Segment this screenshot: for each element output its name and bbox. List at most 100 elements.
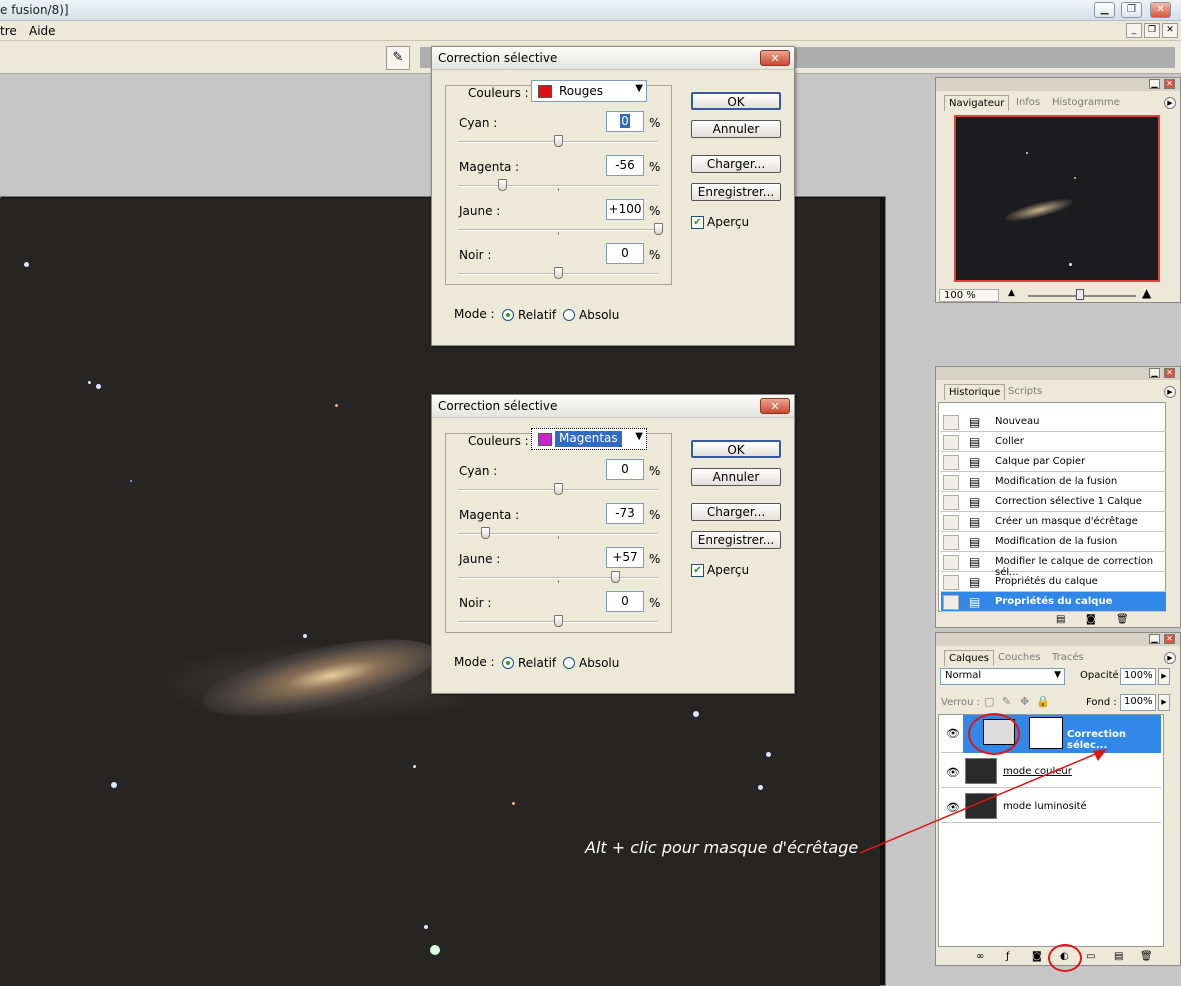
ok-button[interactable]: OK — [691, 92, 781, 110]
noir-slider-thumb[interactable] — [554, 267, 563, 279]
layer-style-icon[interactable]: ƒ — [1006, 951, 1010, 962]
star — [693, 711, 699, 717]
doc-restore-button[interactable]: ❐ — [1144, 23, 1160, 38]
palette-menu-icon[interactable]: ▶ — [1164, 386, 1176, 398]
relatif-radio[interactable] — [502, 657, 514, 669]
new-layer-icon[interactable]: ▤ — [1114, 951, 1123, 962]
couleurs-select[interactable]: Magentas ▼ — [531, 428, 647, 450]
lock-all-icon[interactable]: 🔒 — [1036, 695, 1050, 708]
lock-position-icon[interactable]: ✥ — [1020, 695, 1029, 708]
tool-preset-icon[interactable]: ✎ — [386, 46, 410, 70]
jaune-slider-thumb[interactable] — [654, 223, 663, 235]
enregistrer-button[interactable]: Enregistrer... — [691, 531, 781, 549]
dialog-close-button[interactable]: ✕ — [760, 398, 790, 414]
trash-icon[interactable]: 🗑 — [1116, 614, 1129, 625]
history-item[interactable]: ▤ Créer un masque d'écrêtage — [941, 512, 1166, 532]
magenta-slider-track[interactable] — [458, 185, 658, 187]
zoom-field[interactable]: 100 % — [939, 289, 999, 302]
restore-button[interactable]: ❐ — [1121, 2, 1142, 18]
opacity-field[interactable]: 100% — [1120, 668, 1156, 685]
history-item[interactable]: ▤ Calque par Copier — [941, 452, 1166, 472]
link-layers-icon[interactable]: ∞ — [976, 951, 984, 962]
blend-mode-select[interactable]: Normal ▼ — [940, 668, 1065, 685]
doc-close-button[interactable]: ✕ — [1162, 23, 1178, 38]
history-item[interactable]: ▤ Correction sélective 1 Calque — [941, 492, 1166, 512]
history-item[interactable]: ▤ Modification de la fusion — [941, 472, 1166, 492]
noir-slider-thumb[interactable] — [554, 615, 563, 627]
snapshot-icon[interactable]: ◙ — [1086, 614, 1096, 625]
history-item[interactable]: ▤ Nouveau — [941, 412, 1166, 432]
relatif-radio[interactable] — [502, 309, 514, 321]
couleurs-select[interactable]: Rouges ▼ — [531, 80, 647, 102]
jaune-field[interactable]: +100 — [606, 199, 644, 220]
menu-fenetre[interactable]: tre — [0, 24, 17, 38]
absolu-radio[interactable] — [563, 309, 575, 321]
history-item[interactable]: ▤ Propriétés du calque — [941, 572, 1166, 592]
tab-infos[interactable]: Infos — [1012, 95, 1044, 111]
dialog-close-button[interactable]: ✕ — [760, 50, 790, 66]
magenta-slider-thumb[interactable] — [481, 527, 490, 539]
absolu-radio[interactable] — [563, 657, 575, 669]
history-item[interactable]: ▤ Modification de la fusion — [941, 532, 1166, 552]
palette-menu-icon[interactable]: ▶ — [1164, 97, 1176, 109]
palette-close-button[interactable]: ✕ — [1164, 79, 1175, 89]
tab-navigateur[interactable]: Navigateur — [944, 95, 1010, 111]
annuler-button[interactable]: Annuler — [691, 468, 781, 486]
charger-button[interactable]: Charger... — [691, 155, 781, 173]
magenta-slider-thumb[interactable] — [498, 179, 507, 191]
apercu-checkbox[interactable]: ✔ — [691, 216, 704, 229]
magenta-field[interactable]: -73 — [606, 503, 644, 524]
cyan-field[interactable]: 0 — [606, 459, 644, 480]
tab-historique[interactable]: Historique — [944, 384, 1006, 400]
tab-scripts[interactable]: Scripts — [1004, 384, 1046, 400]
cyan-slider-thumb[interactable] — [554, 135, 563, 147]
history-item[interactable]: ▤ Modifier le calque de correction sél... — [941, 552, 1166, 578]
lock-transparency-icon[interactable]: ▢ — [984, 695, 994, 708]
palette-minimize-button[interactable]: ▁ — [1149, 634, 1160, 644]
new-document-icon[interactable]: ▤ — [1056, 614, 1065, 625]
apercu-checkbox[interactable]: ✔ — [691, 564, 704, 577]
tab-couches[interactable]: Couches — [994, 650, 1045, 666]
palette-menu-icon[interactable]: ▶ — [1164, 652, 1176, 664]
menu-aide[interactable]: Aide — [29, 24, 56, 38]
noir-field[interactable]: 0 — [606, 591, 644, 612]
lock-pixels-icon[interactable]: ✎ — [1002, 695, 1011, 708]
magenta-field[interactable]: -56 — [606, 155, 644, 176]
jaune-field[interactable]: +57 — [606, 547, 644, 568]
navigator-preview[interactable] — [954, 115, 1160, 282]
add-mask-icon[interactable]: ◙ — [1032, 951, 1042, 962]
palette-close-button[interactable]: ✕ — [1164, 634, 1175, 644]
opacity-slider-button[interactable]: ▶ — [1158, 668, 1170, 685]
charger-button[interactable]: Charger... — [691, 503, 781, 521]
relatif-label: Relatif — [518, 656, 557, 670]
trash-icon[interactable]: 🗑 — [1140, 951, 1153, 962]
zoom-slider-thumb[interactable] — [1076, 289, 1084, 300]
fill-slider-button[interactable]: ▶ — [1158, 694, 1170, 711]
minimize-button[interactable]: ▁ — [1094, 2, 1115, 18]
cyan-field[interactable]: 0 — [606, 111, 644, 132]
annuler-button[interactable]: Annuler — [691, 120, 781, 138]
enregistrer-button[interactable]: Enregistrer... — [691, 183, 781, 201]
fill-field[interactable]: 100% — [1120, 694, 1156, 711]
palette-minimize-button[interactable]: ▁ — [1149, 368, 1160, 378]
zoom-in-icon[interactable]: ▲ — [1142, 286, 1151, 300]
zoom-out-icon[interactable]: ▲ — [1008, 288, 1015, 298]
cyan-slider-thumb[interactable] — [554, 483, 563, 495]
palette-close-button[interactable]: ✕ — [1164, 368, 1175, 378]
dialog-title-bar: Correction sélective ✕ — [432, 47, 794, 70]
history-item-selected[interactable]: ▤ Propriétés du calque — [941, 592, 1166, 612]
noir-field[interactable]: 0 — [606, 243, 644, 264]
tab-calques[interactable]: Calques — [944, 650, 994, 666]
ok-button[interactable]: OK — [691, 440, 781, 458]
history-item[interactable]: ▤ Coller — [941, 432, 1166, 452]
eye-icon[interactable]: 👁 — [946, 727, 960, 740]
tab-histogramme[interactable]: Histogramme — [1048, 95, 1124, 111]
new-group-icon[interactable]: ▭ — [1086, 951, 1095, 962]
tab-traces[interactable]: Tracés — [1048, 650, 1088, 666]
jaune-slider-track[interactable] — [458, 229, 658, 231]
doc-minimize-button[interactable]: _ — [1126, 23, 1142, 38]
palette-minimize-button[interactable]: ▁ — [1149, 79, 1160, 89]
jaune-slider-track[interactable] — [458, 577, 658, 579]
close-button[interactable]: ✕ — [1150, 2, 1171, 18]
jaune-slider-thumb[interactable] — [611, 571, 620, 583]
